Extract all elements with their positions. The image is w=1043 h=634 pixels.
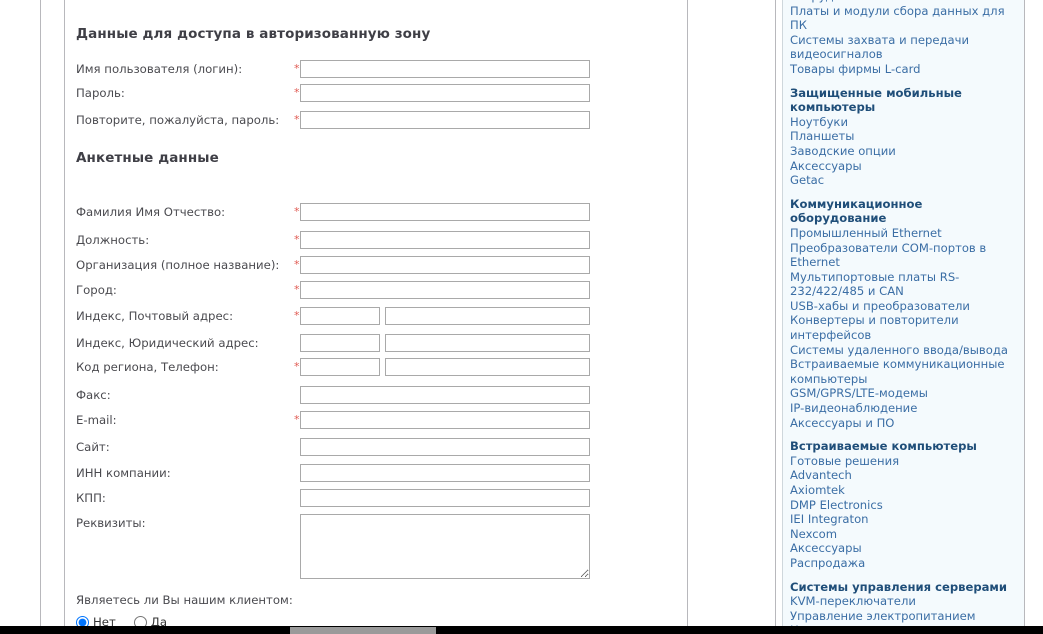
- field-input-index[interactable]: [300, 307, 380, 325]
- sidebar-category-link[interactable]: GSM/GPRS/LTE-модемы: [790, 386, 1018, 401]
- sidebar-category-link[interactable]: IP-видеонаблюдение: [790, 401, 1018, 416]
- sidebar-category-link[interactable]: Аксессуары: [790, 159, 1018, 174]
- field-label: E-mail:: [76, 413, 117, 427]
- field-input-secondary[interactable]: [385, 358, 590, 376]
- sidebar-category-link[interactable]: Преобразователи COM-портов в Ethernet: [790, 241, 1018, 270]
- client-question-label: Являетесь ли Вы нашим клиентом:: [76, 593, 293, 607]
- window-bottom-bar: [0, 626, 1043, 634]
- field-input[interactable]: [300, 231, 590, 249]
- field-label: Пароль:: [76, 86, 125, 100]
- sidebar-category-heading[interactable]: Системы управления серверами: [790, 580, 1018, 595]
- field-label: Факс:: [76, 388, 111, 402]
- sidebar-category-link[interactable]: Заводские опции: [790, 144, 1018, 159]
- sidebar-category-link[interactable]: Готовые решения: [790, 454, 1018, 469]
- sidebar-groups: Платы и модули сбора данных для ПК Систем…: [790, 4, 1018, 626]
- field-input[interactable]: [300, 464, 590, 482]
- requisites-textarea[interactable]: [300, 514, 590, 579]
- catalog-sidebar[interactable]: оборудование Платы и модули сбора данных…: [782, 0, 1025, 626]
- sidebar-category-link[interactable]: Getac: [790, 173, 1018, 188]
- field-label: Организация (полное название):: [76, 258, 280, 272]
- required-marker: *: [294, 413, 300, 426]
- field-label: Индекс, Почтовый адрес:: [76, 309, 234, 323]
- sidebar-category-heading[interactable]: Встраиваемые компьютеры: [790, 439, 1018, 454]
- required-marker: *: [294, 233, 300, 246]
- section-title-access: Данные для доступа в авторизованную зону: [76, 26, 431, 42]
- field-label: Код региона, Телефон:: [76, 360, 219, 374]
- sidebar-category-link[interactable]: Встраиваемые коммуникационные компьютеры: [790, 357, 1018, 386]
- sidebar-category-link[interactable]: Advantech: [790, 468, 1018, 483]
- required-marker: *: [294, 62, 300, 75]
- sidebar-category-link[interactable]: Системы захвата и передачи видеосигналов: [790, 33, 1018, 62]
- field-input[interactable]: [300, 256, 590, 274]
- sidebar-category-heading[interactable]: Защищенные мобильные компьютеры: [790, 86, 1018, 115]
- field-label: Повторите, пожалуйста, пароль:: [76, 113, 280, 127]
- required-marker: *: [294, 86, 300, 99]
- sidebar-category-link[interactable]: Промышленный Ethernet: [790, 226, 1018, 241]
- required-marker: *: [294, 113, 300, 126]
- sidebar-category-link[interactable]: Управление электропитанием: [790, 609, 1018, 624]
- sidebar-category-link[interactable]: Планшеты: [790, 129, 1018, 144]
- sidebar-category-link[interactable]: Ноутбуки: [790, 115, 1018, 130]
- field-label: Имя пользователя (логин):: [76, 62, 243, 76]
- required-marker: *: [294, 360, 300, 373]
- registration-form-column: Данные для доступа в авторизованную зону…: [65, 0, 688, 629]
- sidebar-category-link[interactable]: Аксессуары и ПО: [790, 416, 1018, 431]
- sidebar-category-link[interactable]: IEI Integraton: [790, 512, 1018, 527]
- catalog-sidebar-list: оборудование Платы и модули сбора данных…: [783, 0, 1024, 626]
- sidebar-category-link[interactable]: Товары фирмы L-card: [790, 62, 1018, 77]
- field-input[interactable]: [300, 281, 590, 299]
- field-input[interactable]: [300, 386, 590, 404]
- sidebar-divider: [775, 0, 776, 626]
- sidebar-category-link[interactable]: Системы удаленного ввода/вывода: [790, 343, 1018, 358]
- field-label: ИНН компании:: [76, 466, 171, 480]
- required-marker: *: [294, 258, 300, 271]
- field-label: Сайт:: [76, 440, 110, 454]
- sidebar-category-link[interactable]: Конвертеры и повторители интерфейсов: [790, 313, 1018, 342]
- sidebar-category-link[interactable]: DMP Electronics: [790, 498, 1018, 513]
- section-title-profile: Анкетные данные: [76, 150, 219, 166]
- sidebar-category-link[interactable]: USB-хабы и преобразователи: [790, 299, 1018, 314]
- horizontal-scrollbar-thumb[interactable]: [290, 627, 436, 634]
- required-marker: *: [294, 309, 300, 322]
- field-input[interactable]: [300, 203, 590, 221]
- sidebar-category-link[interactable]: Аксессуары: [790, 541, 1018, 556]
- sidebar-category-link[interactable]: KVM-переключатели: [790, 594, 1018, 609]
- page-root: Данные для доступа в авторизованную зону…: [0, 0, 1043, 634]
- field-input[interactable]: [300, 111, 590, 129]
- field-label: Реквизиты:: [76, 516, 146, 530]
- page-rail-outer: [40, 0, 41, 626]
- field-label: Индекс, Юридический адрес:: [76, 336, 259, 350]
- field-input[interactable]: [300, 489, 590, 507]
- field-input[interactable]: [300, 60, 590, 78]
- field-input-secondary[interactable]: [385, 307, 590, 325]
- field-input[interactable]: [300, 438, 590, 456]
- field-input-index[interactable]: [300, 358, 380, 376]
- field-input[interactable]: [300, 84, 590, 102]
- sidebar-category-heading[interactable]: Коммуникационное оборудование: [790, 197, 1018, 226]
- field-input-index[interactable]: [300, 334, 380, 352]
- field-label: КПП:: [76, 491, 106, 505]
- sidebar-category-link[interactable]: Axiomtek: [790, 483, 1018, 498]
- sidebar-category-link[interactable]: Мультипортовые платы RS-232/422/485 и CA…: [790, 270, 1018, 299]
- required-marker: *: [294, 283, 300, 296]
- sidebar-category-link[interactable]: Платы и модули сбора данных для ПК: [790, 4, 1018, 33]
- field-input-secondary[interactable]: [385, 334, 590, 352]
- required-marker: *: [294, 205, 300, 218]
- field-label: Фамилия Имя Отчество:: [76, 205, 226, 219]
- sidebar-category-link[interactable]: Распродажа: [790, 556, 1018, 571]
- field-label: Город:: [76, 283, 117, 297]
- field-input[interactable]: [300, 411, 590, 429]
- field-label: Должность:: [76, 233, 150, 247]
- sidebar-category-link[interactable]: Nexcom: [790, 527, 1018, 542]
